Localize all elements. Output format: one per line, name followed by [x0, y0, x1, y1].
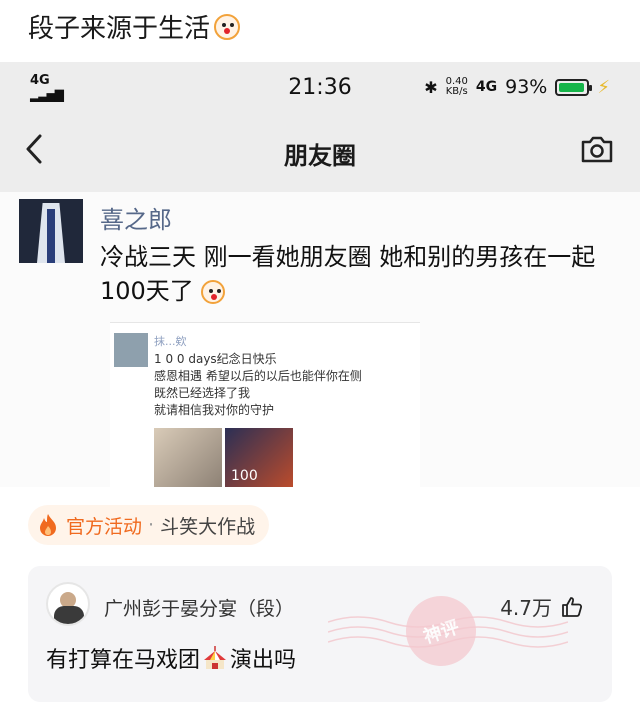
status-bar: 4G ▂▃▅▇ 21:36 ✱ 0.40 KB/s 4G 93% ⚡ [0, 62, 640, 112]
nav-bar: 朋友圈 [0, 112, 640, 192]
moment-text: 冷战三天 刚一看她朋友圈 她和别的男孩在一起100天了 [100, 240, 620, 308]
post-title: 段子来源于生活 [28, 8, 241, 45]
moment-card: 喜之郎 冷战三天 刚一看她朋友圈 她和别的男孩在一起100天了 抹...欸 1 … [0, 192, 640, 487]
avatar-tie [47, 209, 55, 263]
thumbnail-label: 100 [231, 468, 258, 484]
post-title-text: 段子来源于生活 [28, 14, 211, 44]
moment-text-body: 冷战三天 刚一看她朋友圈 她和别的男孩在一起100天了 [100, 243, 596, 305]
activity-label: 官方活动 [66, 515, 143, 538]
inner-text: 1 0 0 days纪念日快乐 感恩相遇 希望以后的以后也能伴你在侧 既然已经选… [154, 352, 362, 417]
inner-avatar [114, 333, 148, 367]
clown-face-icon [201, 280, 226, 304]
comment-text-tail: 演出吗 [230, 648, 297, 673]
embedded-screenshot: 4G ▂▃▅▇ 21:36 ✱ 0.40 KB/s 4G 93% ⚡ 朋友圈 喜… [0, 62, 640, 487]
official-activity-tag[interactable]: 官方活动 · 斗笑大作战 [28, 505, 270, 545]
comment-text: 有打算在马戏团 演出吗 [46, 642, 296, 674]
activity-subtitle: 斗笑大作战 [160, 515, 256, 538]
inner-author: 抹...欸 [154, 335, 187, 348]
nav-title: 朋友圈 [284, 142, 356, 170]
circus-tent-icon [204, 646, 227, 669]
commenter-name[interactable]: 广州彭于晏分宴（段） [104, 594, 294, 621]
like-count: 4.7万 [500, 596, 552, 620]
inner-moment-image[interactable]: 抹...欸 1 0 0 days纪念日快乐 感恩相遇 希望以后的以后也能伴你在侧… [110, 322, 420, 487]
activity-separator: · [148, 514, 155, 536]
photo-thumbnail: 100 [225, 428, 293, 487]
status-time: 21:36 [288, 74, 352, 100]
comment-text-main: 有打算在马戏团 [46, 648, 201, 673]
battery-fill [559, 82, 584, 92]
flame-icon [40, 514, 56, 536]
moment-author[interactable]: 喜之郎 [100, 200, 172, 235]
top-comment: 神评 广州彭于晏分宴（段） 4.7万 有打算在马戏团 演出吗 [28, 566, 612, 702]
thumbs-up-icon [562, 596, 583, 617]
battery-icon [555, 78, 593, 96]
clown-face-icon [214, 13, 241, 40]
camera-icon[interactable] [580, 134, 614, 164]
avatar[interactable] [19, 199, 83, 263]
like-button[interactable]: 4.7万 [500, 592, 584, 621]
photo-thumbnail [154, 428, 222, 487]
commenter-avatar[interactable] [46, 582, 90, 626]
avatar-shirt [54, 606, 84, 624]
